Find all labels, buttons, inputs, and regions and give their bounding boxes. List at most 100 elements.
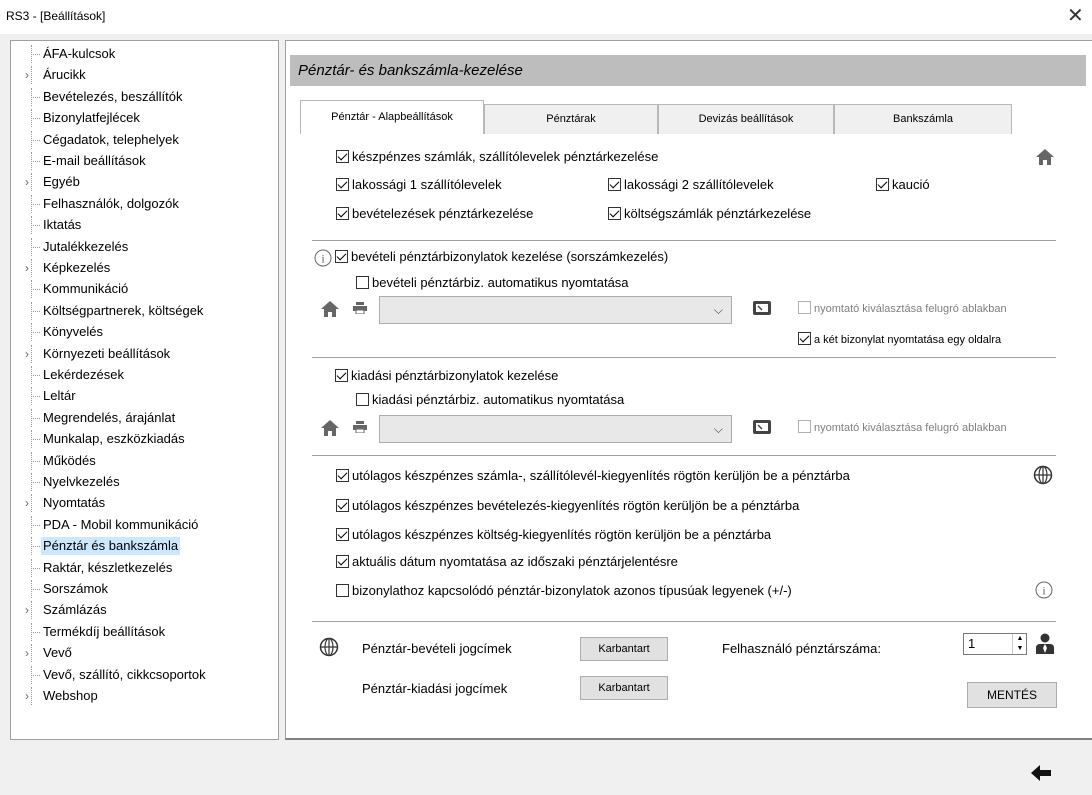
monitor-icon[interactable]	[752, 300, 772, 318]
chevron-right-icon[interactable]: ›	[25, 173, 29, 191]
retail2-checkbox[interactable]: lakossági 2 szállítólevelek	[608, 176, 774, 194]
chevron-right-icon[interactable]: ›	[25, 687, 29, 705]
current-date-print-checkbox[interactable]: aktuális dátum nyomtatása az időszaki pé…	[336, 553, 678, 571]
globe-icon[interactable]	[319, 637, 339, 657]
tree-item[interactable]: Raktár, készletkezelés	[11, 558, 278, 577]
chevron-right-icon[interactable]: ›	[25, 494, 29, 512]
income-titles-maintain-button[interactable]: Karbantart	[580, 637, 668, 661]
tab-cashboxes[interactable]: Pénztárak	[484, 104, 658, 134]
printer-icon[interactable]	[353, 302, 367, 314]
user-cashbox-label: Felhasználó pénztárszáma:	[722, 641, 881, 656]
settings-tree[interactable]: ÁFA-kulcsok › Árucikk Bevételezés, beszállí…	[10, 40, 279, 740]
expense-invoices-checkbox[interactable]: költségszámlák pénztárkezelése	[608, 205, 811, 223]
expense-autoprint-checkbox[interactable]: kiadási pénztárbiz. automatikus nyomtatá…	[356, 391, 624, 409]
tree-connector	[31, 332, 40, 334]
tree-item[interactable]: ÁFA-kulcsok	[11, 45, 278, 63]
tree-item[interactable]: › Árucikk	[11, 66, 278, 85]
income-vouchers-checkbox[interactable]: bevételi pénztárbizonylatok kezelése (so…	[335, 248, 668, 266]
tree-item[interactable]: Nyelvkezelés	[11, 473, 278, 491]
chevron-down-icon: ⌵	[713, 303, 723, 317]
checkbox-label: utólagos készpénzes bevételezés-kiegyenl…	[352, 498, 800, 513]
tree-item-label: Nyelvkezelés	[43, 474, 120, 489]
tree-connector	[31, 139, 40, 141]
tree-item-label: Leltár	[43, 388, 76, 404]
tree-item[interactable]: E-mail beállítások	[11, 152, 278, 170]
tab-currency[interactable]: Devizás beállítások	[658, 104, 834, 134]
tree-item[interactable]: Iktatás	[11, 216, 278, 235]
tree-item[interactable]: › Egyéb	[11, 173, 278, 192]
user-icon[interactable]	[1035, 633, 1055, 655]
stepper-down-icon[interactable]: ▼	[1014, 644, 1026, 654]
same-type-vouchers-checkbox[interactable]: bizonylathoz kapcsolódó pénztár-bizonyla…	[336, 582, 792, 600]
tree-item[interactable]: Lekérdezések	[11, 366, 278, 384]
tree-item[interactable]: Megrendelés, árajánlat	[11, 408, 278, 427]
tree-item[interactable]: Felhasználók, dolgozók	[11, 194, 278, 213]
deposit-checkbox[interactable]: kaució	[876, 176, 930, 194]
tree-item[interactable]: Jutalékkezelés	[11, 237, 278, 256]
expense-printer-select[interactable]: ⌵	[379, 415, 732, 443]
close-icon[interactable]: ✕	[1067, 5, 1084, 27]
checkbox-box	[608, 207, 621, 220]
tree-item[interactable]: Vevő, szállító, cikkcsoportok	[11, 665, 278, 684]
income-printer-popup-checkbox[interactable]: nyomtató kiválasztása felugró ablakban	[798, 300, 1007, 318]
tree-item[interactable]: Munkalap, eszközkiadás	[11, 430, 278, 449]
expense-titles-maintain-button[interactable]: Karbantart	[580, 676, 668, 700]
tab-bank-account[interactable]: Bankszámla	[834, 104, 1012, 134]
tree-connector	[31, 439, 40, 441]
home-icon[interactable]	[320, 300, 340, 318]
printer-icon[interactable]	[353, 421, 367, 433]
save-button[interactable]: MENTÉS	[967, 682, 1057, 708]
tree-item[interactable]: › Nyomtatás	[11, 494, 278, 513]
tree-item[interactable]: Működés	[11, 451, 278, 470]
checkbox-box	[335, 250, 348, 263]
checkbox-box	[608, 178, 621, 191]
tree-item[interactable]: Költségpartnerek, költségek	[11, 301, 278, 320]
chevron-right-icon[interactable]: ›	[25, 345, 29, 363]
cash-invoices-checkbox[interactable]: készpénzes számlák, szállítólevelek pénz…	[336, 148, 658, 166]
tree-item[interactable]: Termékdíj beállítások	[11, 622, 278, 641]
tree-item[interactable]: Bizonylatfejlécek	[11, 109, 278, 128]
home-icon[interactable]	[320, 419, 340, 437]
tree-connector	[31, 460, 40, 462]
tree-item[interactable]: › Képkezelés	[11, 259, 278, 277]
user-cashbox-value[interactable]: 1	[968, 636, 975, 651]
two-on-page-checkbox[interactable]: a két bizonylat nyomtatása egy oldalra	[798, 331, 1001, 349]
income-autoprint-checkbox[interactable]: bevételi pénztárbiz. automatikus nyomtat…	[356, 274, 629, 292]
income-printer-select[interactable]: ⌵	[379, 296, 732, 324]
tree-item[interactable]: Kommunikáció	[11, 280, 278, 299]
chevron-right-icon[interactable]: ›	[25, 644, 29, 662]
chevron-right-icon[interactable]: ›	[25, 259, 29, 277]
home-icon[interactable]	[1035, 147, 1055, 167]
tree-item[interactable]: › Webshop	[11, 687, 278, 705]
later-cash-receipt-checkbox[interactable]: utólagos készpénzes bevételezés-kiegyenl…	[336, 497, 799, 515]
checkbox-label: kiadási pénztárbizonylatok kezelése	[351, 368, 559, 383]
tree-item[interactable]: PDA - Mobil kommunikáció	[11, 515, 278, 534]
chevron-right-icon[interactable]: ›	[25, 601, 29, 619]
tree-item[interactable]: Pénztár és bankszámla	[11, 537, 278, 556]
tree-item[interactable]: Leltár	[11, 387, 278, 406]
back-arrow-icon[interactable]	[1030, 764, 1052, 782]
checkbox-box	[798, 332, 811, 345]
later-cash-invoice-checkbox[interactable]: utólagos készpénzes számla-, szállítólev…	[336, 467, 850, 485]
tree-item[interactable]: Cégadatok, telephelyek	[11, 130, 278, 149]
tree-item[interactable]: › Környezeti beállítások	[11, 344, 278, 363]
receipts-checkbox[interactable]: bevételezések pénztárkezelése	[336, 205, 533, 223]
monitor-icon[interactable]	[752, 419, 772, 437]
retail1-checkbox[interactable]: lakossági 1 szállítólevelek	[336, 176, 502, 194]
tree-item[interactable]: Sorszámok	[11, 580, 278, 598]
expense-vouchers-checkbox[interactable]: kiadási pénztárbizonylatok kezelése	[335, 367, 558, 385]
tree-item[interactable]: Bevételezés, beszállítók	[11, 87, 278, 106]
chevron-right-icon[interactable]: ›	[25, 66, 29, 84]
tree-item[interactable]: › Vevő	[11, 644, 278, 663]
info-icon[interactable]: i	[314, 249, 332, 267]
tree-item[interactable]: › Számlázás	[11, 601, 278, 620]
tree-item[interactable]: Könyvelés	[11, 323, 278, 342]
stepper-up-icon[interactable]: ▲	[1014, 634, 1026, 644]
globe-icon[interactable]	[1033, 465, 1053, 485]
tab-cash-basic[interactable]: Pénztár - Alapbeállítások	[300, 100, 484, 134]
user-cashbox-stepper[interactable]: 1 ▲ ▼	[963, 633, 1027, 655]
info-icon[interactable]: i	[1035, 581, 1053, 599]
later-cash-expense-checkbox[interactable]: utólagos készpénzes költség-kiegyenlítés…	[336, 526, 771, 544]
expense-printer-popup-checkbox[interactable]: nyomtató kiválasztása felugró ablakban	[798, 419, 1007, 437]
checkbox-box	[336, 178, 349, 191]
